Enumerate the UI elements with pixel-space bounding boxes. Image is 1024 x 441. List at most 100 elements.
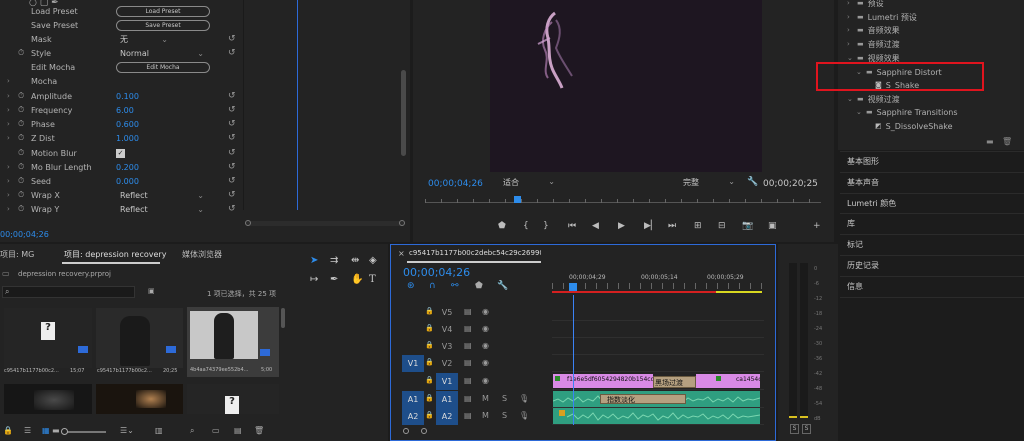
reset-icon[interactable]: ↺ [228,176,236,186]
ripple-edit-tool-icon[interactable]: ⇹ [351,255,359,266]
chevron-right-icon[interactable]: › [847,26,853,34]
effects-tree-item[interactable]: › ▬ Lumetri 预设 [847,10,917,24]
expand-arrow-icon[interactable]: › [7,177,10,185]
program-current-time[interactable]: 00;00;04;26 [428,179,483,189]
panel-tab-2[interactable]: Lumetri 颜色 [840,193,1024,213]
lock-icon[interactable]: 🔒 [425,376,434,384]
lock-icon[interactable]: 🔒 [425,341,434,349]
track-name[interactable]: V4 [436,321,458,338]
timeline-timecode[interactable]: 00;00;04;26 [403,266,470,279]
v1-clip-b[interactable]: ca1454c [696,374,760,388]
panel-tab-5[interactable]: 历史记录 [840,255,1024,275]
work-area-bar-end[interactable] [716,291,762,293]
play-icon[interactable]: ▶ [618,221,625,231]
effects-tree-item[interactable]: › ▬ 音频效果 [847,23,900,37]
add-marker-icon[interactable]: ⬟ [475,281,483,291]
sync-lock-icon[interactable]: ▤ [464,324,472,333]
reset-icon[interactable]: ↺ [228,190,236,200]
lock-icon[interactable]: 🔒 [425,307,434,315]
sync-lock-icon[interactable]: ▤ [464,341,472,350]
step-forward-icon[interactable]: ▶▏ [644,221,658,231]
effects-tree-item[interactable]: ⌄ ▬ 视频过渡 [847,92,900,106]
nest-icon[interactable]: ⊛ [407,281,415,291]
lift-icon[interactable]: ⊞ [694,221,702,231]
effects-tree-item[interactable]: › ▬ 音频过渡 [847,37,900,51]
tab-project-mg[interactable]: 项目: MG [0,249,34,260]
lock-icon[interactable]: 🔒 [425,358,434,366]
panel-tab-0[interactable]: 基本图形 [840,151,1024,171]
ec-select[interactable]: Reflect ⌄ [116,204,208,215]
hand-tool-icon[interactable]: ✋ [351,274,363,285]
eye-icon[interactable]: ◉ [482,307,489,316]
solo-icon[interactable]: S [502,394,507,403]
expand-arrow-icon[interactable]: › [7,77,10,85]
fit-select[interactable]: 适合 ⌄ [503,177,555,189]
expand-arrow-icon[interactable]: › [7,120,10,128]
expand-arrow-icon[interactable]: › [7,205,10,213]
ec-pill-button[interactable]: Save Preset [116,19,210,31]
panel-tab-4[interactable]: 标记 [840,234,1024,254]
v1-transition[interactable]: 黑场过渡 [653,376,696,388]
compare-icon[interactable]: ▣ [768,221,777,231]
project-item-1[interactable]: ? [4,308,92,368]
find-icon[interactable]: ⌕ [190,426,194,436]
solo-icon[interactable]: S [502,411,507,420]
add-button-icon[interactable]: + [813,221,821,231]
stopwatch-icon[interactable]: ⏱ [18,162,24,172]
lock-icon[interactable]: 🔒 [425,394,434,402]
source-patch[interactable]: V1 [402,355,424,372]
source-patch[interactable]: A2 [402,408,424,425]
reset-icon[interactable]: ↺ [228,162,236,172]
reset-icon[interactable]: ↺ [228,105,236,115]
timeline-playhead[interactable] [569,283,577,291]
automate-icon[interactable]: ▥ [155,426,163,435]
stopwatch-icon[interactable]: ⏱ [18,91,24,101]
wrench-icon[interactable]: 🔧 [747,177,758,187]
stopwatch-icon[interactable]: ⏱ [18,133,24,143]
project-item-4[interactable] [4,384,92,414]
stopwatch-icon[interactable]: ⏱ [18,105,24,115]
reset-icon[interactable]: ↺ [228,204,236,214]
project-item-2[interactable] [96,308,183,368]
ec-pill-button[interactable]: Load Preset [116,5,210,17]
lock-icon[interactable]: 🔒 [425,324,434,332]
ec-value[interactable]: 0.600 [116,120,139,129]
project-item-6[interactable]: ? [187,384,279,414]
mic-icon[interactable]: 🎙 [519,411,529,420]
motion-blur-checkbox[interactable]: ✓ [116,148,125,158]
track-name[interactable]: A2 [436,408,458,425]
v1-clip-a[interactable]: f1e6e5df6054294820b154cd [553,374,653,388]
ec-timecode[interactable]: 00;00;04;26 [0,230,49,239]
ec-value[interactable]: 0.100 [116,92,139,101]
project-scrollbar[interactable] [281,308,285,328]
tab-project-depression[interactable]: 项目: depression recovery [64,249,166,260]
sync-lock-icon[interactable]: ▤ [464,358,472,367]
source-patch[interactable]: A1 [402,391,424,408]
stopwatch-icon[interactable]: ⏱ [18,204,24,214]
reset-icon[interactable]: ↺ [228,148,236,158]
go-to-out-icon[interactable]: ⏭ [668,221,676,231]
sync-lock-icon[interactable]: ▤ [464,307,472,316]
lock-icon[interactable]: 🔒 [425,411,434,419]
camera-icon[interactable]: 📷 [742,221,753,231]
effects-tree-item[interactable]: › ▬ 预设 [847,0,884,10]
sort-icon[interactable]: ☰⌄ [120,426,134,435]
a2-clip[interactable] [553,408,760,424]
icon-view-icon[interactable]: ▦ [42,426,50,435]
selection-tool-icon[interactable]: ➤ [310,255,318,266]
track-name[interactable]: V1 [436,373,458,390]
ec-value[interactable]: 0.000 [116,177,139,186]
marker-icon[interactable]: ⬟ [498,221,506,231]
step-back-icon[interactable]: ◀ [592,221,599,231]
panel-tab-6[interactable]: 信息 [840,276,1024,296]
expand-arrow-icon[interactable]: › [7,134,10,142]
a1-transition[interactable]: 指数淡化 [600,394,686,404]
sync-lock-icon[interactable]: ▤ [464,411,472,420]
quality-select[interactable]: 完整 ⌄ [683,177,735,189]
reset-icon[interactable]: ↺ [228,48,236,58]
expand-arrow-icon[interactable]: › [7,106,10,114]
type-tool-icon[interactable]: T [369,274,376,285]
tab-media-browser[interactable]: 媒体浏览器 [182,249,222,260]
new-folder-icon[interactable]: ▬ [986,137,994,146]
reset-icon[interactable]: ↺ [228,119,236,129]
